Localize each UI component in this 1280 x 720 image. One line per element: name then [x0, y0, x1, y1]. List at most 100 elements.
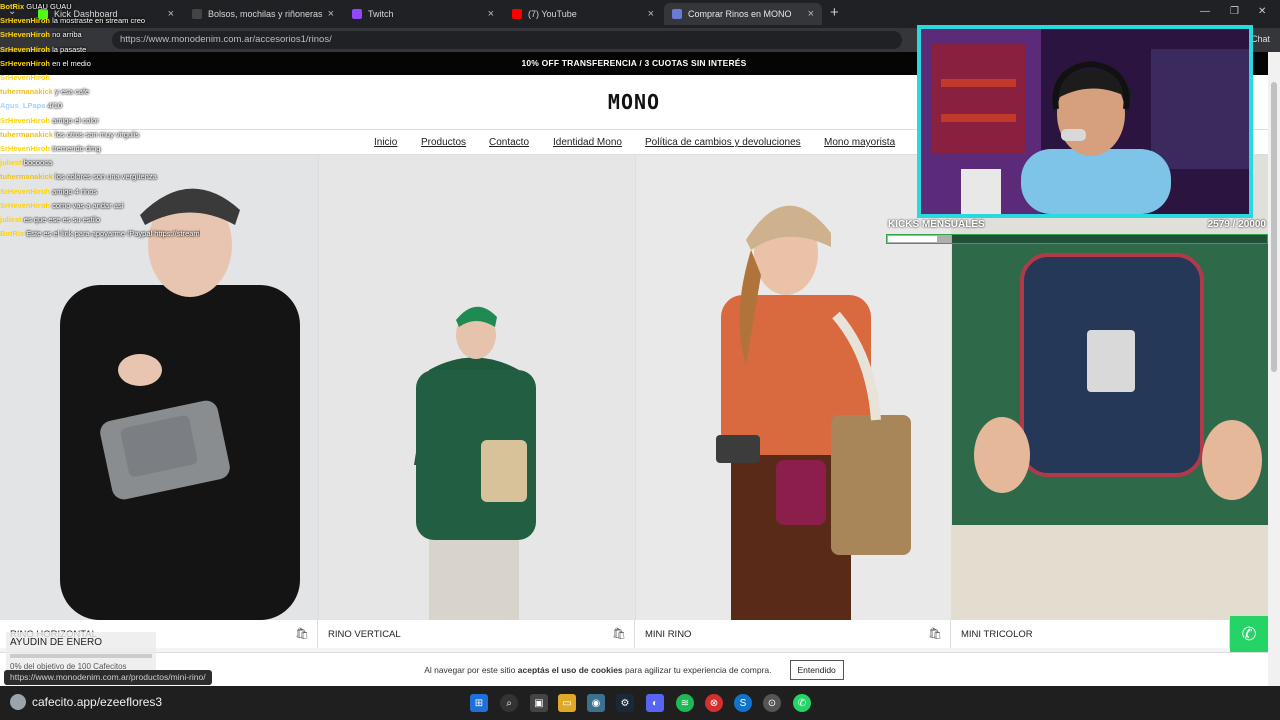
file-explorer-icon[interactable]: ▭ [558, 694, 576, 712]
chat-button[interactable]: Chat [1251, 34, 1270, 44]
spotify-icon[interactable]: ≋ [676, 694, 694, 712]
webcam-video [921, 29, 1249, 214]
chat-message: SrHevenHiroh amigo el color [0, 114, 200, 128]
search-icon[interactable]: ⌕ [500, 694, 518, 712]
link-hover-status: https://www.monodenim.com.ar/productos/m… [4, 670, 212, 685]
skype-icon[interactable]: S [734, 694, 752, 712]
url-input[interactable]: https://www.monodenim.com.ar/accesorios1… [112, 31, 902, 49]
nav-identidad-mono[interactable]: Identidad Mono [553, 137, 622, 148]
chat-username: SrHevenHiroh [0, 115, 51, 125]
add-to-cart-bag-icon[interactable]: 🛍 [928, 627, 942, 640]
goal-progress-track [10, 654, 152, 658]
chat-text: en el medio [52, 58, 91, 68]
chat-username: SrHevenHiroh [0, 73, 51, 83]
chat-text: amigo 4 rinos [52, 186, 98, 196]
chat-text: Este es el link para apoyarme !Paypal ht… [26, 229, 200, 239]
chat-username: BotRix [0, 229, 25, 239]
chat-message: SrHevenHiroh como vas a andar asi [0, 199, 200, 213]
nav-mono-mayorista[interactable]: Mono mayorista [824, 137, 895, 148]
chat-text: bocooca [23, 158, 53, 168]
chat-message: juliest bocooca [0, 156, 200, 170]
chat-message: SrHevenHiroh la pasaste [0, 43, 200, 57]
chat-username: SrHevenHiroh [0, 58, 51, 68]
maximize-icon[interactable]: ❐ [1230, 6, 1239, 17]
nav-productos[interactable]: Productos [421, 137, 466, 148]
chat-message: juliest es que ese es su estilo [0, 213, 200, 227]
whatsapp-float-button[interactable]: ✆ [1230, 616, 1268, 652]
steam-icon[interactable]: ⚙ [616, 694, 634, 712]
chat-username: tuhermanakick [0, 129, 53, 139]
tab-comprar-rinos[interactable]: Comprar Rinos en MONO × [664, 3, 822, 25]
chat-username: juliest [0, 158, 22, 168]
chat-username: tuhermanakick [0, 87, 53, 97]
scrollbar-thumb[interactable] [1271, 82, 1277, 372]
browser-icon[interactable]: ◉ [587, 694, 605, 712]
grey-app-icon[interactable]: ⊙ [763, 694, 781, 712]
chat-username: BotRix [0, 2, 25, 11]
chat-message: SrHevenHiroh [0, 71, 200, 85]
chat-username: SrHevenHiroh [0, 186, 51, 196]
tab-bolsos[interactable]: Bolsos, mochilas y riñoneras funcional × [184, 3, 342, 25]
chat-text: tremendo dmg [52, 144, 101, 154]
cookie-text-before: Al navegar por este sitio [424, 664, 516, 675]
add-to-cart-bag-icon[interactable]: 🛍 [295, 627, 309, 640]
close-tab-icon[interactable]: × [488, 8, 494, 20]
cafecito-icon [10, 694, 26, 710]
chat-text: no arriba [52, 30, 82, 40]
product-card-rino-vertical[interactable] [318, 155, 635, 620]
red-app-icon[interactable]: ⊗ [705, 694, 723, 712]
chat-username: tuhermanakick [0, 172, 53, 182]
chat-message: SrHevenHiroh en el medio [0, 57, 200, 71]
tab-label: Bolsos, mochilas y riñoneras funcional [208, 9, 322, 19]
nav-politica-cambios[interactable]: Política de cambios y devoluciones [645, 137, 801, 148]
chat-text: amigo el color [52, 115, 99, 125]
chat-text: la pasaste [52, 44, 87, 54]
chat-message: SrHevenHiroh no arriba [0, 28, 200, 42]
windows-start-icon[interactable]: ⊞ [470, 694, 488, 712]
product-name: MINI RINO [645, 628, 692, 640]
tab-twitch[interactable]: Twitch × [344, 3, 502, 25]
chat-username: SrHevenHiroh [0, 16, 51, 26]
chat-text: GUAU GUAU [26, 2, 72, 11]
youtube-favicon-icon [512, 9, 522, 19]
mono-logo[interactable]: MONO [608, 90, 660, 114]
task-view-icon[interactable]: ▣ [530, 694, 548, 712]
close-tab-icon[interactable]: × [648, 8, 654, 20]
chat-message: SrHevenHiroh la mostraste en stream creo [0, 14, 200, 28]
nav-contacto[interactable]: Contacto [489, 137, 529, 148]
tab-label: (7) YouTube [528, 9, 577, 19]
chat-username: SrHevenHiroh [0, 30, 51, 40]
cookie-text: Al navegar por este sitio aceptás el uso… [424, 665, 771, 675]
cookie-text-after: para agilizar tu experiencia de compra. [625, 664, 772, 675]
taskbar: cafecito.app/ezeeflores3 ⊞ ⌕ ▣ ▭ ◉ ⚙ ◐ ≋… [0, 686, 1280, 720]
cafecito-overlay: cafecito.app/ezeeflores3 [10, 694, 162, 710]
chat-text: los colores son una vergüenza [55, 172, 157, 182]
chat-username: SrHevenHiroh [0, 144, 51, 154]
close-tab-icon[interactable]: × [328, 8, 334, 20]
chat-text: los otros son muy virgulis [55, 129, 140, 139]
chat-message: tuhermanakick y esa cafe [0, 85, 200, 99]
chat-text: y esa cafe [55, 87, 90, 97]
new-tab-plus-icon[interactable]: + [830, 4, 839, 21]
add-to-cart-bag-icon[interactable]: 🛍 [612, 627, 626, 640]
page-scrollbar[interactable] [1268, 52, 1280, 686]
chat-message: SrHevenHiroh amigo 4 rinos [0, 185, 200, 199]
chat-username: juliest [0, 215, 22, 225]
product-caption-mini-tricolor[interactable]: MINI TRICOLOR [951, 620, 1230, 648]
cookie-accept-button[interactable]: Entendido [789, 659, 844, 680]
chat-text: 4/10 [47, 101, 63, 111]
whatsapp-taskbar-icon[interactable]: ✆ [793, 694, 811, 712]
close-tab-icon[interactable]: × [808, 8, 814, 20]
nav-inicio[interactable]: Inicio [374, 137, 397, 148]
product-caption-mini-rino[interactable]: MINI RINO 🛍 [635, 620, 951, 648]
tab-label: Twitch [368, 9, 394, 19]
product-name: MINI TRICOLOR [961, 628, 1033, 640]
product-caption-rino-vertical[interactable]: RINO VERTICAL 🛍 [318, 620, 635, 648]
minimize-icon[interactable]: — [1200, 6, 1210, 17]
twitch-favicon-icon [352, 9, 362, 19]
close-window-icon[interactable]: ✕ [1258, 6, 1266, 17]
product-photo [319, 155, 635, 620]
tab-youtube[interactable]: (7) YouTube × [504, 3, 662, 25]
chat-text: como vas a andar asi [52, 200, 124, 210]
discord-icon[interactable]: ◐ [646, 694, 664, 712]
